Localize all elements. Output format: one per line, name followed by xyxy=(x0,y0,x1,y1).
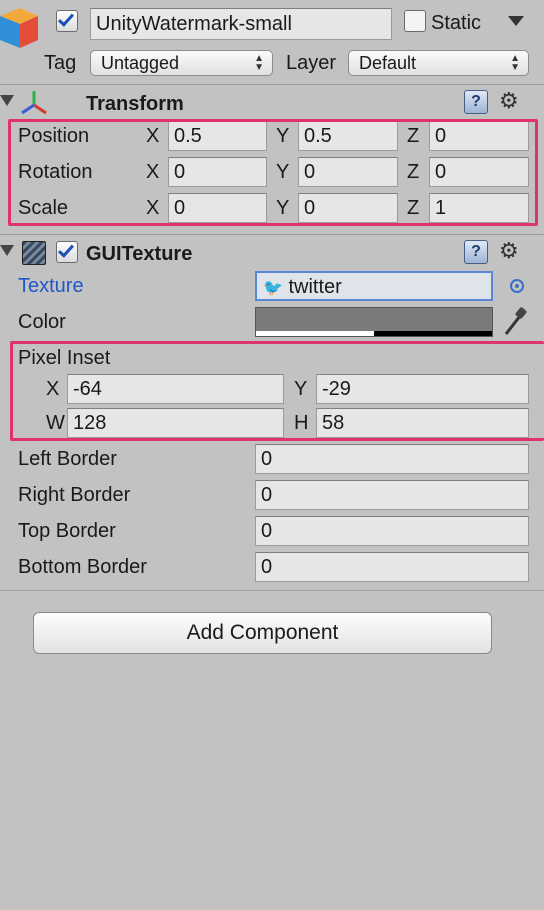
foldout-arrow-icon[interactable] xyxy=(0,95,14,106)
top-border-label: Top Border xyxy=(18,520,116,542)
tag-value: Untagged xyxy=(101,53,180,73)
gameobject-icon xyxy=(0,6,40,50)
guitexture-title: GUITexture xyxy=(86,243,193,265)
guitexture-enabled-checkbox[interactable] xyxy=(56,241,78,263)
foldout-arrow-icon[interactable] xyxy=(0,245,14,256)
layer-dropdown[interactable]: Default ▲ ▼ xyxy=(348,50,529,76)
pixel-inset-highlight-box xyxy=(10,341,544,441)
object-name-field[interactable]: UnityWatermark-small xyxy=(90,8,392,40)
layer-label: Layer xyxy=(286,52,337,74)
guitexture-icon xyxy=(22,241,46,265)
right-border-field[interactable]: 0 xyxy=(255,480,529,510)
bottom-border-field[interactable]: 0 xyxy=(255,552,529,582)
twitter-bird-icon: 🐦 xyxy=(263,280,283,297)
tag-dropdown[interactable]: Untagged ▲ ▼ xyxy=(90,50,273,76)
active-checkbox[interactable] xyxy=(56,10,78,32)
top-border-field[interactable]: 0 xyxy=(255,516,529,546)
color-swatch[interactable] xyxy=(255,307,493,337)
updown-arrows-icon: ▲ ▼ xyxy=(254,53,264,73)
transform-header[interactable]: Transform ? ⚙ xyxy=(0,84,544,120)
transform-title: Transform xyxy=(86,93,184,115)
updown-arrows-icon: ▲ ▼ xyxy=(510,53,520,73)
section-divider xyxy=(0,590,544,591)
right-border-label: Right Border xyxy=(18,484,131,506)
guitexture-header[interactable]: GUITexture ? ⚙ xyxy=(0,234,544,270)
color-label: Color xyxy=(18,311,66,333)
help-icon[interactable]: ? xyxy=(464,90,488,114)
static-label: Static xyxy=(431,12,482,34)
texture-field[interactable]: 🐦 twitter xyxy=(255,271,493,301)
gear-icon[interactable]: ⚙ xyxy=(499,89,519,113)
layer-value: Default xyxy=(359,53,417,73)
texture-value: twitter xyxy=(288,276,342,298)
texture-label: Texture xyxy=(18,275,84,297)
left-border-label: Left Border xyxy=(18,448,117,470)
gear-icon[interactable]: ⚙ xyxy=(499,239,519,263)
help-icon[interactable]: ? xyxy=(464,240,488,264)
tag-label: Tag xyxy=(44,52,77,74)
eyedropper-icon[interactable] xyxy=(502,306,528,336)
left-border-field[interactable]: 0 xyxy=(255,444,529,474)
static-checkbox[interactable] xyxy=(404,10,426,32)
static-dropdown-arrow-icon[interactable] xyxy=(508,16,524,26)
bottom-border-label: Bottom Border xyxy=(18,556,147,578)
transform-highlight-box xyxy=(8,119,538,226)
object-picker-icon[interactable] xyxy=(510,279,524,293)
add-component-button[interactable]: Add Component xyxy=(33,612,492,654)
transform-axes-icon xyxy=(20,89,48,115)
